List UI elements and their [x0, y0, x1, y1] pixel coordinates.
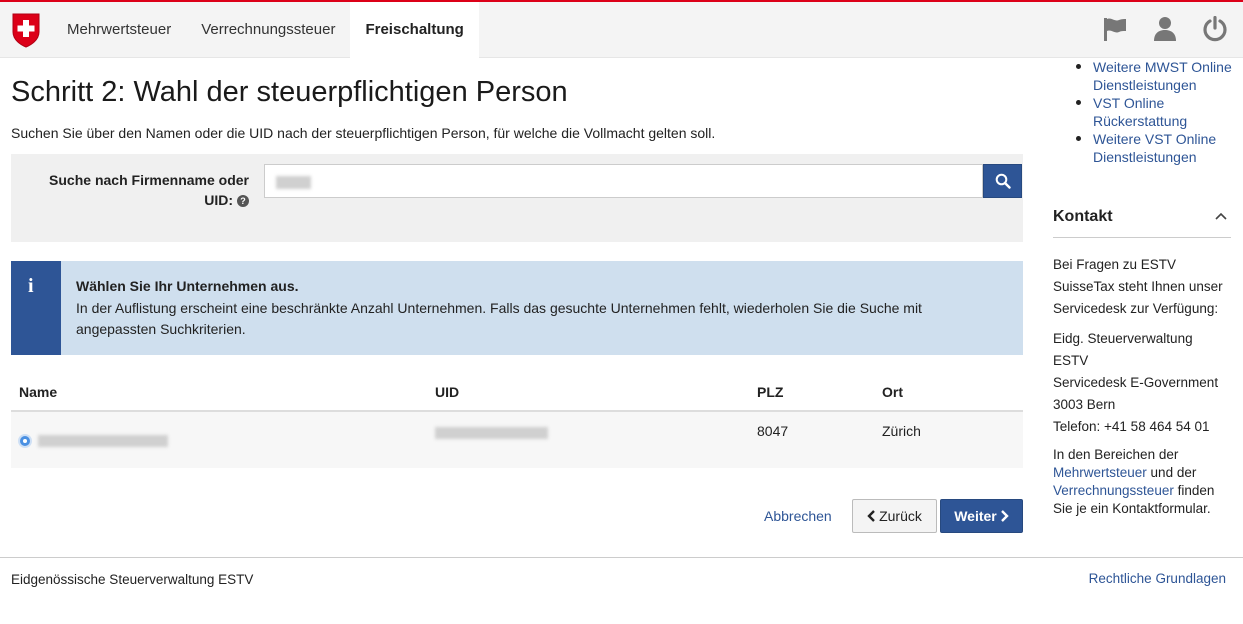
sidebar-link-mwst-line1[interactable]: Weitere MWST Online — [1093, 59, 1232, 75]
cancel-link[interactable]: Abbrechen — [764, 508, 832, 524]
footer-legal-link[interactable]: Rechtliche Grundlagen — [1089, 571, 1226, 586]
search-panel: Suche nach Firmenname oder UID:? — [11, 154, 1023, 242]
column-header-uid[interactable]: UID — [435, 384, 459, 400]
kontakt-forms-text-a: In den Bereichen der — [1053, 447, 1179, 462]
sidebar-item-mwst-services[interactable]: Weitere MWST Online Dienstleistungen — [1053, 58, 1243, 94]
redacted-uid — [435, 427, 548, 439]
kontakt-body: Bei Fragen zu ESTV SuisseTax steht Ihnen… — [1053, 254, 1231, 526]
search-icon — [995, 173, 1011, 189]
column-header-name[interactable]: Name — [19, 384, 57, 400]
search-label-line1: Suche nach Firmenname oder — [49, 172, 249, 188]
sidebar-link-vst-services-line1[interactable]: Weitere VST Online — [1093, 131, 1216, 147]
chevron-up-icon[interactable] — [1215, 212, 1227, 222]
redacted-search-value — [276, 176, 311, 189]
search-label: Suche nach Firmenname oder UID:? — [31, 170, 249, 210]
footer: Eidgenössische Steuerverwaltung ESTV Rec… — [0, 557, 1243, 624]
row-radio-button[interactable] — [18, 434, 32, 448]
kontakt-address-line3: 3003 Bern — [1053, 397, 1116, 412]
info-text: In der Auflistung erscheint eine beschrä… — [76, 300, 922, 337]
page-title: Schritt 2: Wahl der steuerpflichtigen Pe… — [11, 76, 568, 108]
kontakt-forms-text-b: und der — [1146, 465, 1197, 480]
sidebar-item-vst-refund[interactable]: VST Online Rückerstattung — [1053, 94, 1243, 130]
info-box: i Wählen Sie Ihr Unternehmen aus. In der… — [11, 261, 1023, 355]
main-nav: Mehrwertsteuer Verrechnungssteuer Freisc… — [52, 2, 479, 58]
kontakt-link-verrechnungssteuer[interactable]: Verrechnungssteuer — [1053, 483, 1174, 498]
swiss-cross-logo[interactable] — [11, 12, 41, 48]
tab-freischaltung[interactable]: Freischaltung — [350, 2, 479, 58]
top-icons — [1101, 14, 1229, 44]
kontakt-intro: Bei Fragen zu ESTV SuisseTax steht Ihnen… — [1053, 254, 1231, 320]
next-button-label: Weiter — [954, 508, 997, 524]
next-button[interactable]: Weiter — [940, 499, 1023, 533]
kontakt-phone: Telefon: +41 58 464 54 01 — [1053, 419, 1210, 434]
search-input[interactable] — [264, 164, 983, 198]
column-header-plz[interactable]: PLZ — [757, 384, 783, 400]
kontakt-forms: In den Bereichen der Mehrwertsteuer und … — [1053, 446, 1231, 518]
table-row[interactable]: 8047 Zürich — [11, 412, 1023, 468]
power-icon[interactable] — [1201, 14, 1229, 44]
kontakt-address-line2: Servicedesk E-Government — [1053, 375, 1219, 390]
chevron-left-icon — [867, 510, 875, 522]
sidebar-link-list: Weitere MWST Online Dienstleistungen VST… — [1076, 58, 1243, 166]
kontakt-forms-text-d: Sie je ein Kontaktformular. — [1053, 501, 1211, 516]
search-button[interactable] — [983, 164, 1022, 198]
kontakt-link-mehrwertsteuer[interactable]: Mehrwertsteuer — [1053, 465, 1147, 480]
kontakt-intro-line1: Bei Fragen zu ESTV — [1053, 257, 1177, 272]
row-plz: 8047 — [757, 423, 789, 439]
column-header-ort[interactable]: Ort — [882, 384, 903, 400]
kontakt-address: Eidg. Steuerverwaltung ESTV Servicedesk … — [1053, 328, 1231, 438]
search-label-line2: UID: — [204, 192, 233, 208]
redacted-company-name — [38, 435, 168, 447]
info-icon: i — [28, 275, 34, 297]
back-button-label: Zurück — [879, 508, 922, 524]
kontakt-title: Kontakt — [1053, 208, 1113, 225]
sidebar-item-vst-services[interactable]: Weitere VST Online Dienstleistungen — [1053, 130, 1243, 166]
user-icon[interactable] — [1151, 14, 1179, 44]
sidebar-link-vst-line2[interactable]: Rückerstattung — [1093, 113, 1187, 129]
info-title: Wählen Sie Ihr Unternehmen aus. — [76, 278, 299, 294]
row-ort: Zürich — [882, 423, 921, 439]
form-actions: Abbrechen Zurück Weiter — [11, 499, 1023, 533]
footer-organisation: Eidgenössische Steuerverwaltung ESTV — [11, 572, 254, 587]
sidebar-link-vst-services-line2[interactable]: Dienstleistungen — [1093, 149, 1197, 165]
flag-icon[interactable] — [1101, 14, 1129, 44]
info-stripe: i — [11, 261, 61, 355]
top-bar: Mehrwertsteuer Verrechnungssteuer Freisc… — [0, 0, 1243, 58]
page-subtitle: Suchen Sie über den Namen oder die UID n… — [11, 125, 716, 141]
tab-mehrwertsteuer[interactable]: Mehrwertsteuer — [52, 2, 186, 58]
kontakt-intro-line3: Servicedesk zur Verfügung: — [1053, 301, 1219, 316]
tab-verrechnungssteuer[interactable]: Verrechnungssteuer — [186, 2, 350, 58]
kontakt-forms-text-c: finden — [1173, 483, 1215, 498]
kontakt-address-line1: Eidg. Steuerverwaltung ESTV — [1053, 331, 1193, 368]
help-icon[interactable]: ? — [237, 195, 249, 208]
chevron-right-icon — [1000, 510, 1009, 522]
kontakt-intro-line2: SuisseTax steht Ihnen unser — [1053, 279, 1223, 294]
sidebar-link-vst-line1[interactable]: VST Online — [1093, 95, 1164, 111]
back-button[interactable]: Zurück — [852, 499, 937, 533]
kontakt-header[interactable]: Kontakt — [1053, 206, 1231, 238]
sidebar-link-mwst-line2[interactable]: Dienstleistungen — [1093, 77, 1197, 93]
